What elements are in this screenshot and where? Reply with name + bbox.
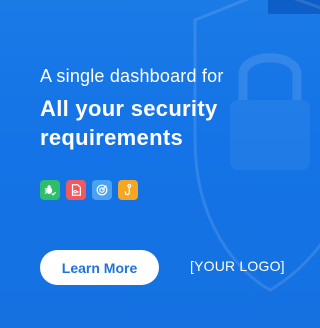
learn-more-button[interactable]: Learn More xyxy=(40,250,159,285)
security-ad-banner[interactable]: A single dashboard for All your security… xyxy=(0,0,320,328)
headline-line-2: All your security requirements xyxy=(40,96,218,150)
hook-icon xyxy=(118,180,138,200)
logo-placeholder: [YOUR LOGO] xyxy=(190,258,285,274)
target-icon xyxy=(92,180,112,200)
document-key-icon xyxy=(66,180,86,200)
headline-line-1: A single dashboard for xyxy=(40,66,224,86)
feature-icon-row xyxy=(40,180,138,200)
bug-check-icon xyxy=(40,180,60,200)
